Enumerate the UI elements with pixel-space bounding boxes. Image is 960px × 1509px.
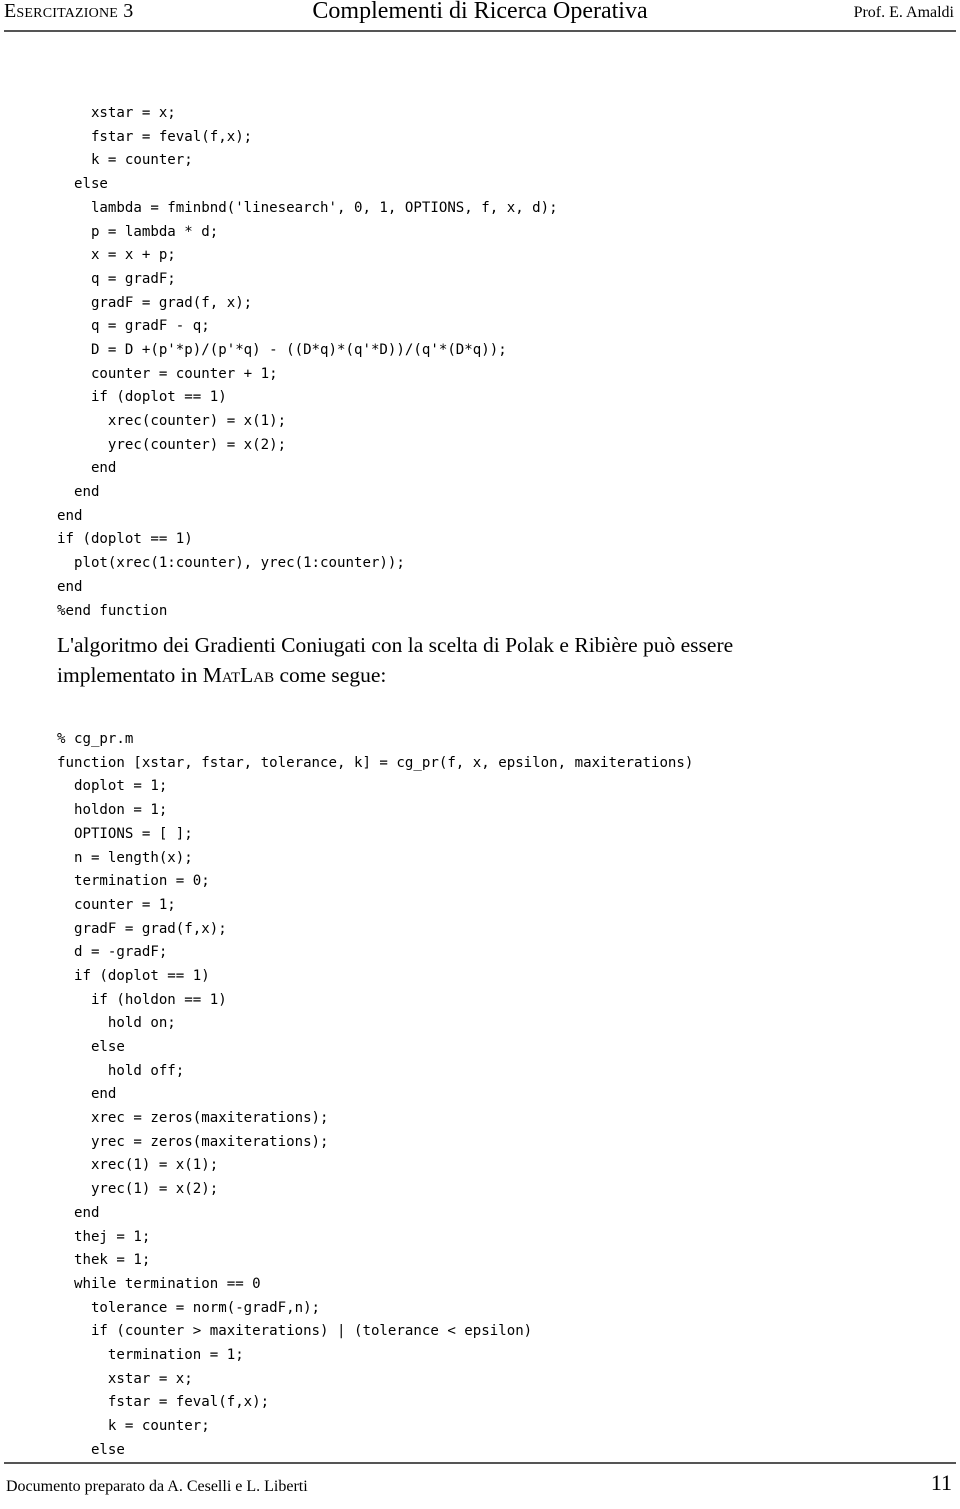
code-line: xstar = x; — [57, 1370, 193, 1387]
code-line: n = length(x); — [57, 849, 193, 866]
code-line: lambda = fminbnd('linesearch', 0, 1, OPT… — [57, 199, 558, 216]
code-line: termination = 1; — [57, 1346, 244, 1363]
code-line: end — [57, 507, 83, 524]
code-line: fstar = feval(f,x); — [57, 128, 253, 145]
code-line: k = counter; — [57, 1418, 210, 1435]
code-line: xrec(counter) = x(1); — [57, 413, 287, 430]
paragraph-line-2: implementato in MatLab come segue: — [57, 660, 905, 690]
code-line: end — [57, 484, 100, 501]
code-line: % cg_pr.m — [57, 731, 134, 748]
code-line: end — [57, 460, 117, 477]
paragraph-line-2-after: come segue: — [274, 663, 387, 687]
code-line: if (counter > maxiterations) | (toleranc… — [57, 1323, 533, 1340]
matlab-wordmark: MatLab — [202, 663, 275, 687]
page-header: Esercitazione 3 Complementi di Ricerca O… — [0, 0, 960, 34]
code-line: gradF = grad(f,x); — [57, 920, 227, 937]
code-line: q = gradF - q; — [57, 318, 210, 335]
code-line: tolerance = norm(-gradF,n); — [57, 1299, 321, 1316]
code-line: function [xstar, fstar, tolerance, k] = … — [57, 754, 694, 771]
header-center-course-title: Complementi di Ricerca Operativa — [312, 0, 648, 24]
code-line: D = D +(p'*p)/(p'*q) - ((D*q)*(q'*D))/(q… — [57, 341, 507, 358]
code-line: plot(xrec(1:counter), yrec(1:counter)); — [57, 555, 405, 572]
code-block-cg-pr: % cg_pr.m function [xstar, fstar, toleran… — [57, 728, 693, 1462]
code-block-bfgs-tail: xstar = x; fstar = feval(f,x); k = count… — [57, 102, 558, 623]
code-line: counter = 1; — [57, 896, 176, 913]
code-line: yrec(1) = x(2); — [57, 1181, 219, 1198]
code-line: %end function — [57, 602, 168, 619]
code-line: OPTIONS = [ ]; — [57, 825, 193, 842]
code-line: termination = 0; — [57, 873, 210, 890]
code-line: while termination == 0 — [57, 1275, 261, 1292]
code-line: xstar = x; — [57, 105, 176, 122]
code-line: hold off; — [57, 1062, 185, 1079]
footer-credit: Documento preparato da A. Ceselli e L. L… — [6, 1478, 308, 1495]
code-line: yrec = zeros(maxiterations); — [57, 1133, 329, 1150]
paragraph-conjugate-gradient-intro: L'algoritmo dei Gradienti Coniugati con … — [57, 630, 905, 690]
paragraph-line-1-text: L'algoritmo dei Gradienti Coniugati con … — [57, 633, 734, 657]
footer-rule — [4, 1462, 956, 1464]
code-line: q = gradF; — [57, 270, 176, 287]
code-line: end — [57, 578, 83, 595]
code-line: else — [57, 176, 108, 193]
code-line: end — [57, 1204, 100, 1221]
header-rule — [4, 30, 956, 32]
code-line: xrec = zeros(maxiterations); — [57, 1110, 329, 1127]
code-line: doplot = 1; — [57, 778, 168, 795]
code-line: yrec(counter) = x(2); — [57, 436, 287, 453]
paragraph-line-1: L'algoritmo dei Gradienti Coniugati con … — [57, 630, 905, 660]
header-row: Esercitazione 3 Complementi di Ricerca O… — [0, 0, 960, 27]
page-footer: Documento preparato da A. Ceselli e L. L… — [0, 1462, 960, 1509]
code-line: if (doplot == 1) — [57, 389, 227, 406]
code-line: if (holdon == 1) — [57, 991, 227, 1008]
code-line: else — [57, 1441, 125, 1458]
code-line: thej = 1; — [57, 1228, 151, 1245]
code-line: k = counter; — [57, 152, 193, 169]
code-line: xrec(1) = x(1); — [57, 1157, 219, 1174]
page-number: 11 — [930, 1470, 952, 1495]
code-line: if (doplot == 1) — [57, 967, 210, 984]
code-line: end — [57, 1086, 117, 1103]
header-right-professor: Prof. E. Amaldi — [853, 4, 954, 21]
code-line: counter = counter + 1; — [57, 365, 278, 382]
code-line: d = -gradF; — [57, 944, 168, 961]
code-line: else — [57, 1039, 125, 1056]
code-line: thek = 1; — [57, 1252, 151, 1269]
code-line: if (doplot == 1) — [57, 531, 193, 548]
paragraph-line-2-before: implementato in — [57, 663, 203, 687]
code-line: holdon = 1; — [57, 802, 168, 819]
code-line: p = lambda * d; — [57, 223, 219, 240]
code-line: hold on; — [57, 1015, 176, 1032]
code-line: fstar = feval(f,x); — [57, 1394, 270, 1411]
code-line: x = x + p; — [57, 247, 176, 264]
code-line: gradF = grad(f, x); — [57, 294, 253, 311]
